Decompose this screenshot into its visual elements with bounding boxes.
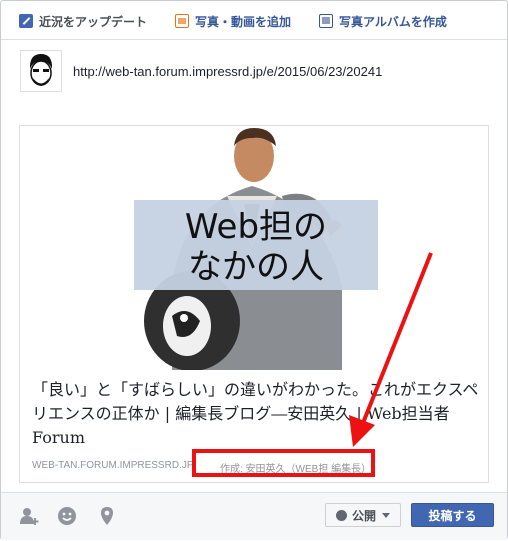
post-button[interactable]: 投稿する [411, 503, 494, 527]
tag-friends-icon[interactable] [19, 506, 39, 526]
globe-icon [335, 509, 347, 521]
feeling-icon[interactable] [57, 506, 77, 526]
audience-label: 公開 [351, 508, 376, 523]
composer-panel: 近況をアップデート 写真・動画を追加 写真アルバムを作成 http://web-… [0, 0, 508, 540]
audience-selector-button[interactable]: 公開 [325, 503, 401, 527]
location-icon[interactable] [97, 506, 117, 526]
chevron-down-icon [382, 512, 390, 518]
annotation-highlight-box [192, 449, 375, 477]
composer-footer: 公開 投稿する [1, 492, 507, 540]
